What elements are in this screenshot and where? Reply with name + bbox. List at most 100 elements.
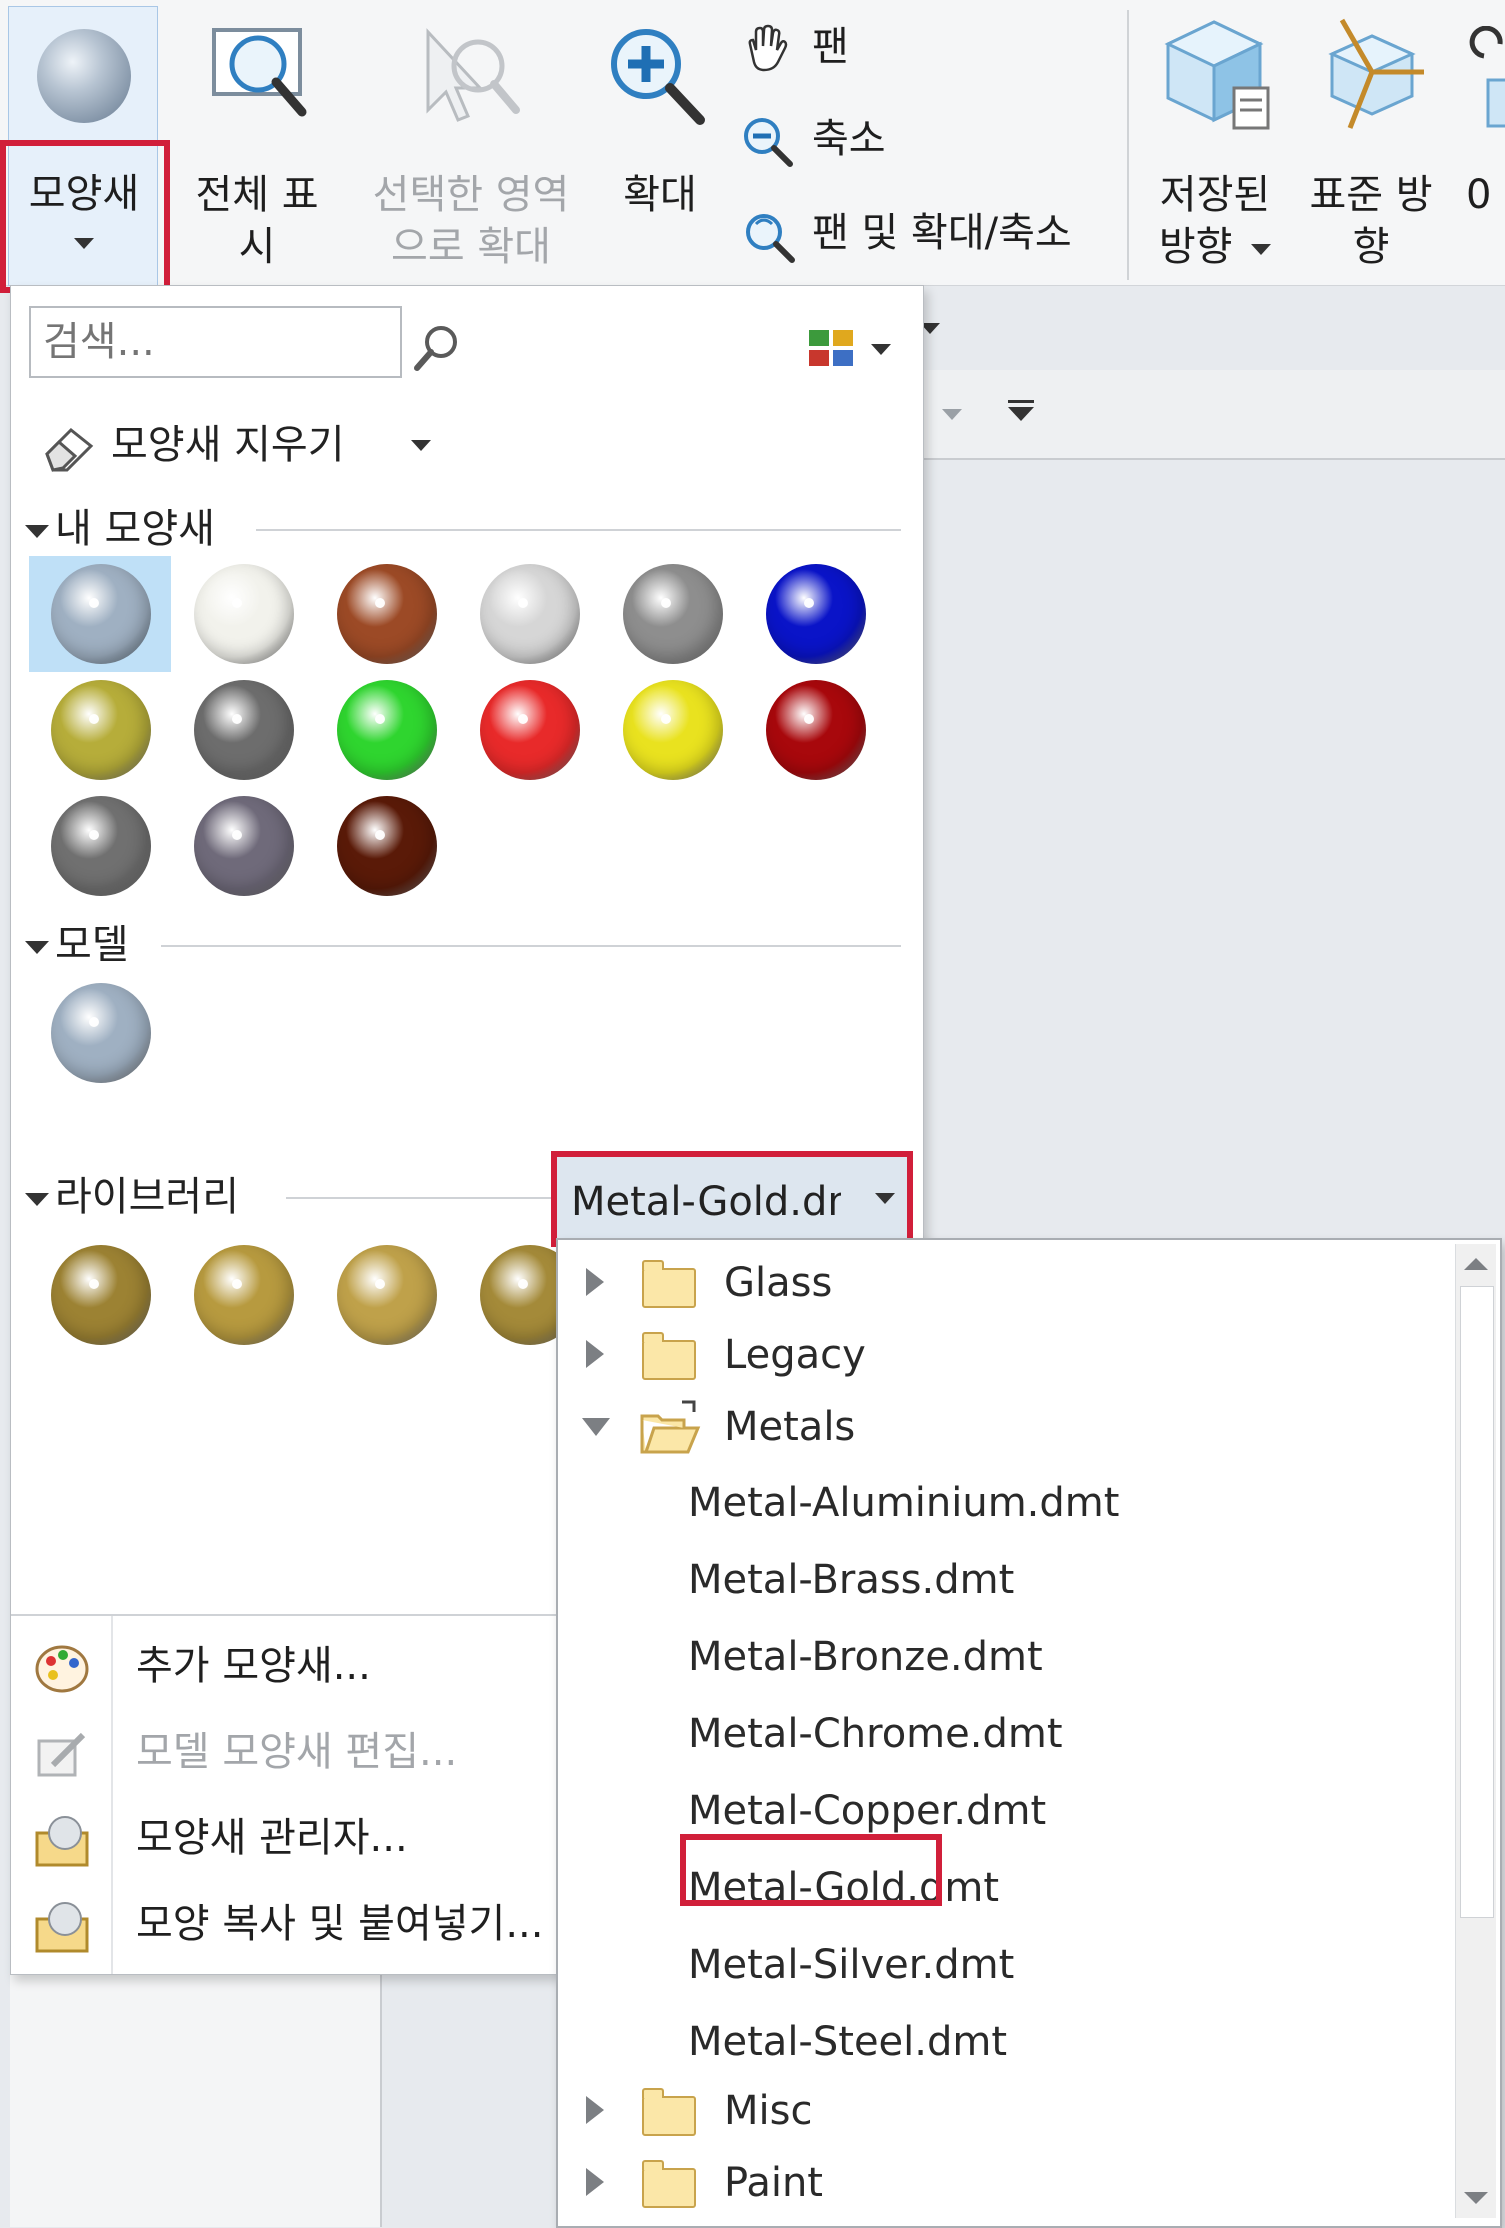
saved-orientations-label-2: 방향 (1140, 222, 1290, 272)
appearance-swatch[interactable] (51, 564, 151, 664)
appearance-swatch[interactable] (766, 564, 866, 664)
clear-appearance-button[interactable]: 모양새 지우기 (41, 416, 441, 476)
appearance-swatch[interactable] (480, 680, 580, 780)
section-divider (161, 945, 901, 947)
zoom-area-icon (426, 28, 520, 122)
zoom-all-label-2: 시 (238, 224, 276, 270)
collapse-triangle-icon (25, 1192, 49, 1206)
section-divider (256, 529, 901, 531)
zoom-out-button[interactable]: 축소 (740, 110, 900, 170)
chevron-down-icon (871, 344, 891, 355)
library-title: 라이브러리 (55, 1174, 239, 1220)
library-appearance-swatch[interactable] (194, 1245, 294, 1345)
zoom-all-button[interactable]: 전체 표 시 (176, 10, 338, 270)
library-header[interactable]: 라이브러리 (25, 1172, 239, 1222)
palette-icon (35, 1645, 89, 1693)
appearance-sphere-icon (37, 29, 131, 123)
tree-file-item[interactable]: Metal-Aluminium.dmt (688, 1470, 1388, 1534)
tree-file-item[interactable]: Metal-Steel.dmt (688, 2009, 1388, 2073)
pan-button[interactable]: 팬 (740, 18, 900, 78)
appearance-swatch[interactable] (623, 564, 723, 664)
my-appearances-header[interactable]: 내 모양새 (25, 504, 215, 554)
copy-paste-appearance-menu-item[interactable]: 모양 복사 및 붙여넣기... (11, 1883, 611, 1969)
folder-icon (642, 1260, 696, 1308)
saved-orientations-button[interactable]: 저장된 방향 (1140, 10, 1290, 270)
tree-file-item[interactable]: Metal-Chrome.dmt (688, 1701, 1388, 1765)
tree-folder-glass[interactable]: Glass (558, 1250, 1438, 1314)
library-appearance-swatch[interactable] (51, 1245, 151, 1345)
appearance-highlight (0, 140, 170, 293)
tree-file-label: Metal-Aluminium.dmt (688, 1480, 1120, 1526)
copy-paste-appearance-icon (35, 1902, 89, 1953)
zoom-all-label-1: 전체 표 (195, 172, 319, 218)
tree-folder-legacy[interactable]: Legacy (558, 1322, 1438, 1386)
model-header[interactable]: 모델 (25, 920, 129, 970)
appearance-swatch[interactable] (337, 564, 437, 664)
pan-zoom-button[interactable]: 팬 및 확대/축소 (740, 204, 1110, 264)
eraser-icon (45, 427, 94, 472)
scroll-down-icon[interactable] (1464, 2192, 1488, 2204)
filter-icon[interactable] (1008, 400, 1034, 426)
tree-file-label: Metal-Copper.dmt (688, 1788, 1047, 1834)
hand-icon (748, 24, 788, 72)
edit-model-appearances-label: 모델 모양새 편집... (136, 1729, 458, 1775)
tree-folder-label: Metals (724, 1404, 856, 1450)
folder-icon (642, 1332, 696, 1380)
saved-orientation-icon (1164, 20, 1270, 130)
standard-orientation-label-2: 향 (1352, 224, 1390, 270)
tree-file-item[interactable]: Metal-Bronze.dmt (688, 1624, 1388, 1688)
zoom-out-label: 축소 (812, 116, 886, 162)
toolbar-dropdown-icon[interactable] (942, 404, 962, 423)
search-icon[interactable] (411, 322, 463, 374)
expand-arrow-icon[interactable] (586, 1340, 604, 1368)
zoom-in-button[interactable]: 확대 (600, 10, 720, 230)
my-appearances-title: 내 모양새 (55, 506, 215, 552)
tree-file-item[interactable]: Metal-Silver.dmt (688, 1932, 1388, 1996)
library-appearance-swatch[interactable] (337, 1245, 437, 1345)
appearance-swatch[interactable] (337, 680, 437, 780)
next-orientation-button[interactable]: 0 (1460, 10, 1505, 270)
open-folder-icon (640, 1400, 701, 1454)
tree-scrollbar[interactable] (1455, 1244, 1496, 2218)
expand-arrow-icon[interactable] (586, 1268, 604, 1296)
tree-folder-paint[interactable]: Paint (558, 2150, 1438, 2214)
appearance-manager-icon (35, 1816, 89, 1867)
appearance-swatch[interactable] (337, 796, 437, 896)
folder-icon (642, 2088, 696, 2136)
appearance-swatch[interactable] (194, 796, 294, 896)
zoom-selected-area-button[interactable]: 선택한 영역 으로 확대 (352, 10, 590, 270)
expand-arrow-icon[interactable] (586, 2168, 604, 2196)
library-selector[interactable]: Metal-Gold.dm (551, 1151, 913, 1247)
scroll-up-icon[interactable] (1464, 1258, 1488, 1270)
pan-label: 팬 (812, 24, 849, 70)
tree-folder-misc[interactable]: Misc (558, 2078, 1438, 2142)
ribbon-separator (1127, 10, 1129, 280)
appearance-swatch[interactable] (623, 680, 723, 780)
scroll-thumb[interactable] (1460, 1286, 1494, 1918)
tree-file-item[interactable]: Metal-Brass.dmt (688, 1547, 1388, 1611)
search-input[interactable] (31, 308, 400, 376)
standard-orientation-button[interactable]: 표준 방 향 (1296, 10, 1446, 270)
appearance-swatch[interactable] (480, 564, 580, 664)
gallery-view-options-button[interactable] (807, 326, 903, 372)
appearance-manager-menu-item[interactable]: 모양새 관리자... (11, 1797, 611, 1883)
edit-model-appearances-menu-item[interactable]: 모델 모양새 편집... (11, 1711, 611, 1797)
copy-paste-appearance-label: 모양 복사 및 붙여넣기... (136, 1901, 544, 1947)
appearance-swatch[interactable] (51, 680, 151, 780)
appearance-swatch[interactable] (766, 680, 866, 780)
search-box (29, 306, 402, 378)
section-divider (286, 1197, 556, 1199)
tree-folder-metals[interactable]: Metals (558, 1394, 1438, 1458)
tree-file-label: Metal-Silver.dmt (688, 1942, 1015, 1988)
gallery-view-icon (809, 330, 853, 366)
model-appearance-swatch[interactable] (51, 983, 151, 1083)
appearance-swatch[interactable] (51, 796, 151, 896)
appearance-swatch[interactable] (194, 680, 294, 780)
collapse-arrow-icon[interactable] (582, 1418, 610, 1436)
edit-appearance-icon (37, 1732, 86, 1777)
tree-file-item[interactable]: Metal-Copper.dmt (688, 1778, 1388, 1842)
appearance-swatch[interactable] (194, 564, 294, 664)
ribbon-toolbar: 모양새 전체 표 시 선택한 영역 으로 확대 확대 팬 축소 팬 및 확대/축… (0, 0, 1505, 293)
expand-arrow-icon[interactable] (586, 2096, 604, 2124)
more-appearances-menu-item[interactable]: 추가 모양새... (11, 1625, 611, 1711)
